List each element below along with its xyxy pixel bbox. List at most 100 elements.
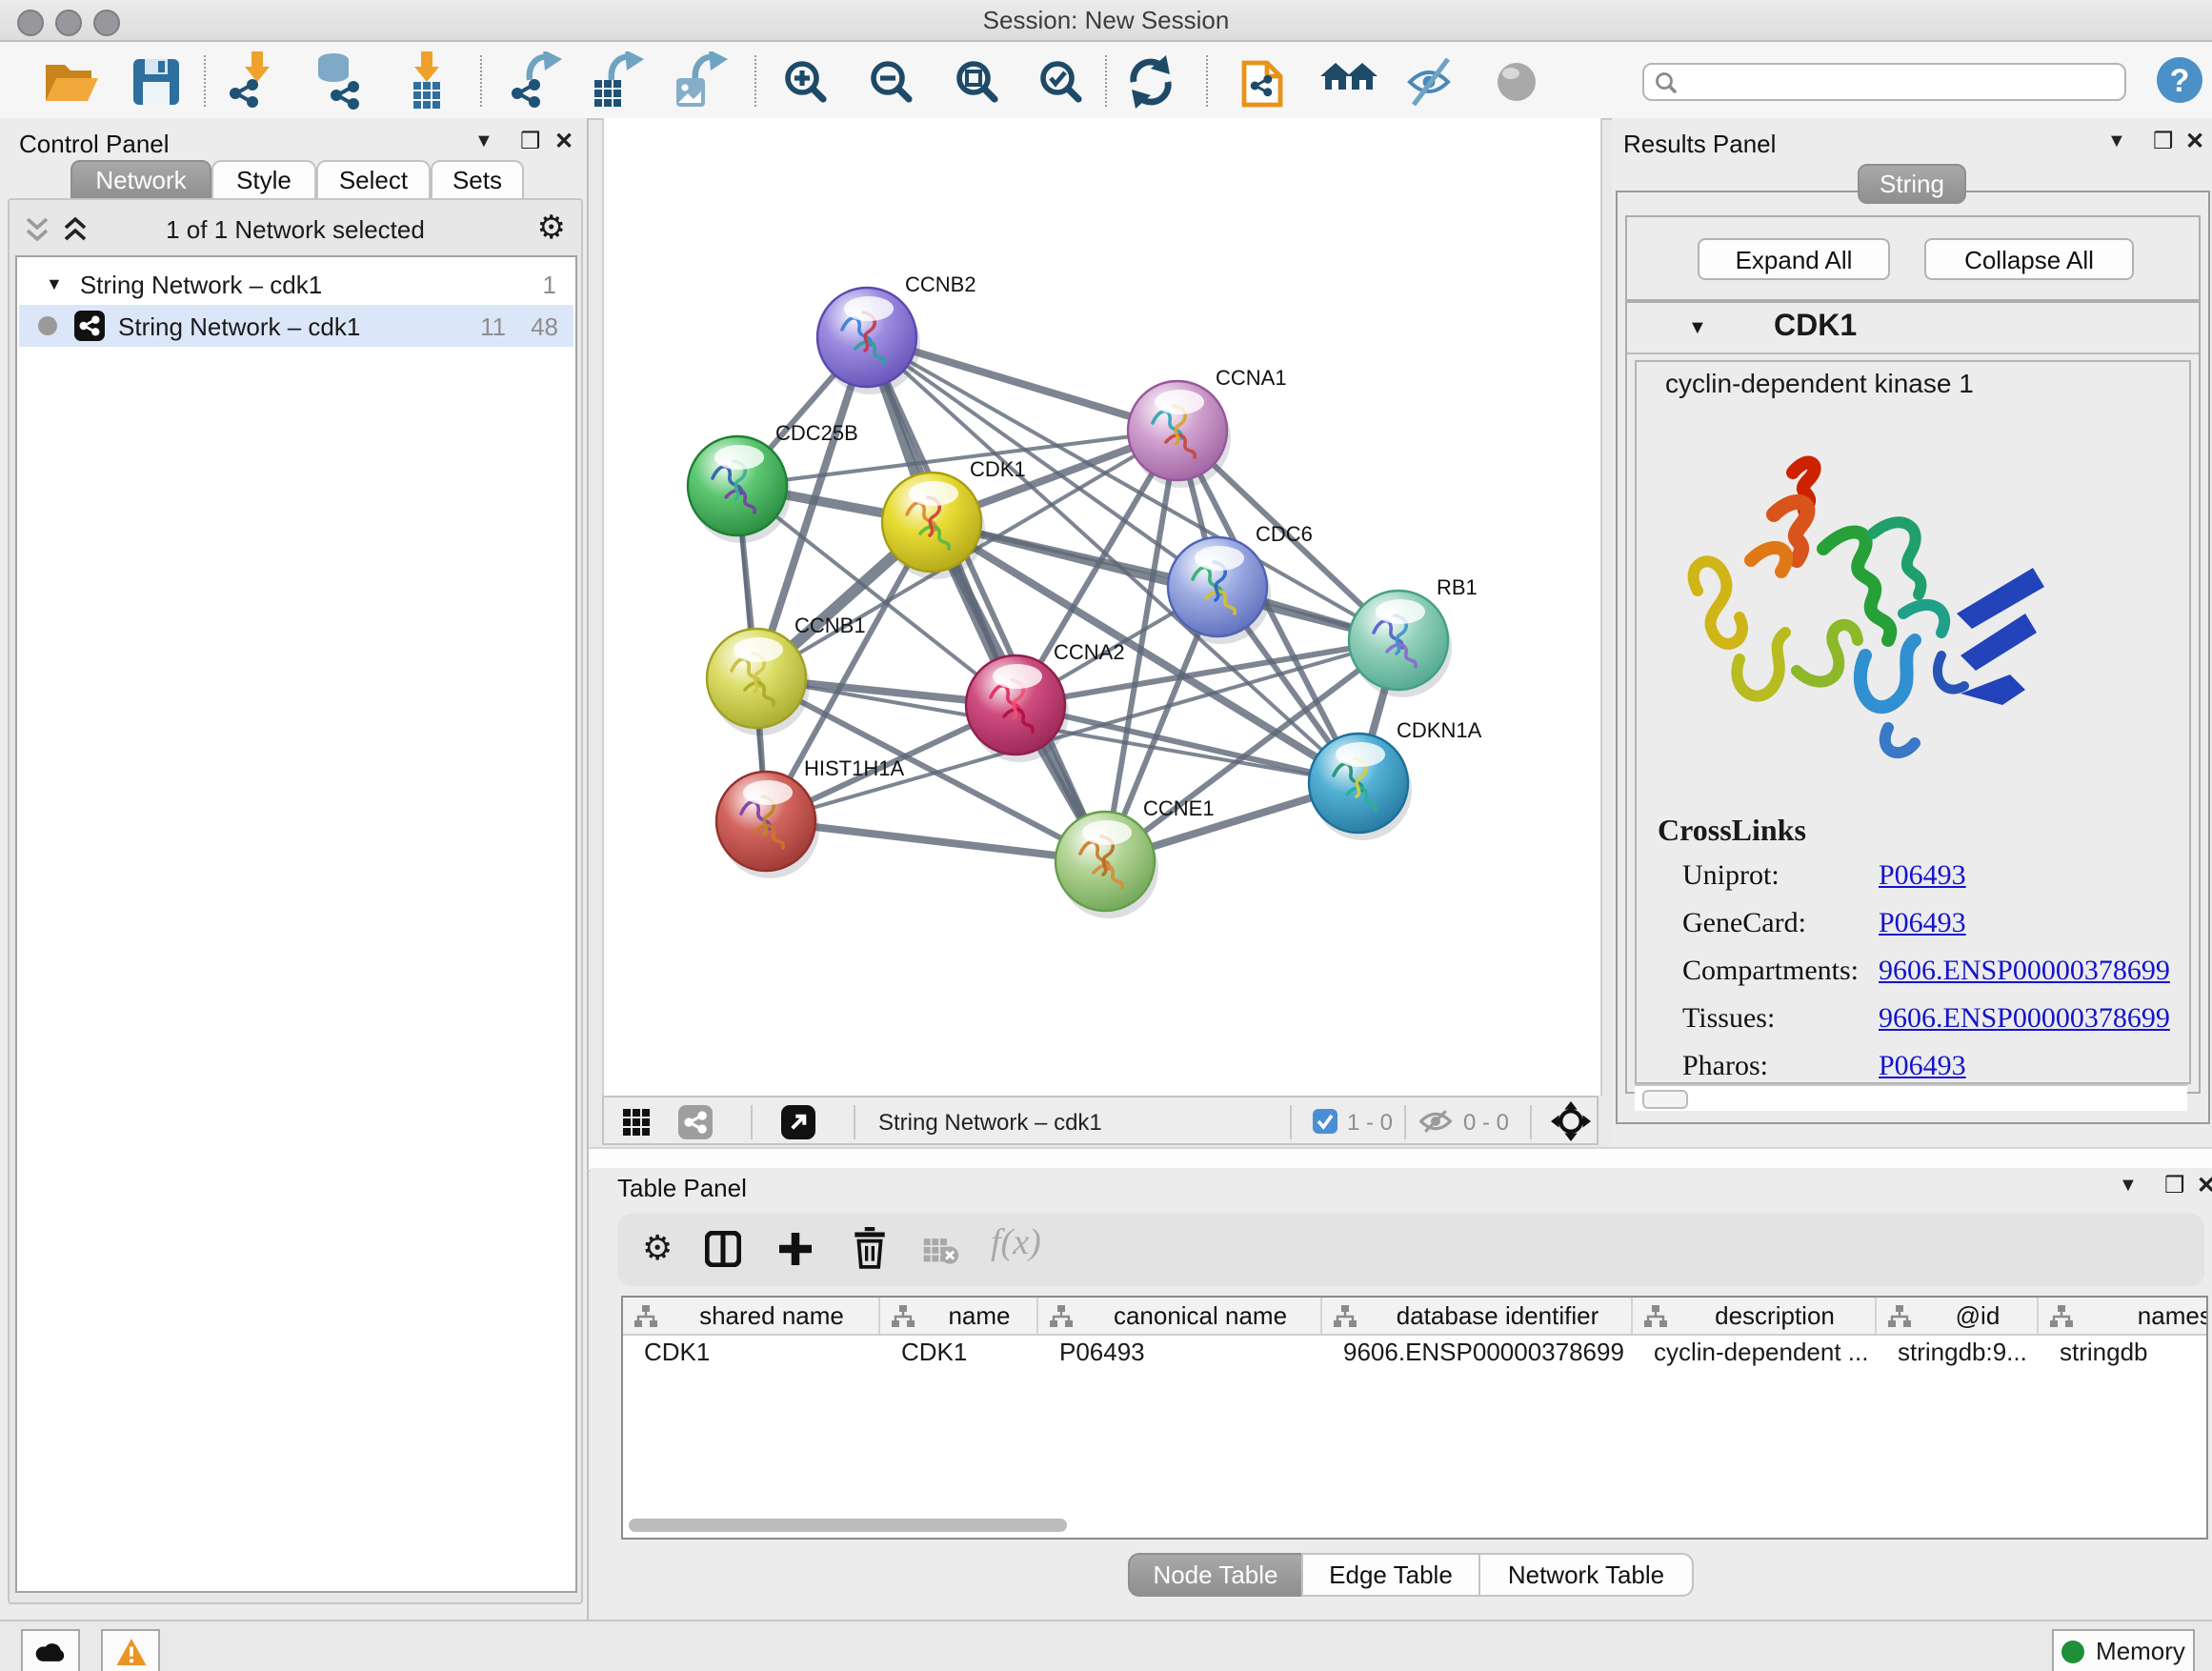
open-in-window-icon[interactable]: [781, 1105, 815, 1139]
network-tree: ▼ String Network – cdk1 1 String Network…: [15, 255, 577, 1593]
results-horizontal-scrollbar[interactable]: [1635, 1084, 2187, 1111]
column-header-canonical-name[interactable]: canonical name: [1038, 1298, 1322, 1334]
table-row[interactable]: CDK1CDK1P064939606.ENSP00000378699cyclin…: [623, 1336, 2206, 1368]
control-panel-float-button[interactable]: ❒: [520, 128, 541, 154]
tree-expand-caret[interactable]: ▼: [46, 274, 63, 293]
column-header-shared-name[interactable]: shared name: [623, 1298, 880, 1334]
column-header-namespace[interactable]: namespace: [2039, 1298, 2208, 1334]
hide-unhide-icon[interactable]: [1400, 51, 1461, 112]
crosslink-link[interactable]: 9606.ENSP00000378699: [1879, 956, 2170, 989]
gene-section-caret[interactable]: ▼: [1688, 318, 1707, 339]
tab-network[interactable]: Network: [70, 160, 211, 200]
tab-node-table[interactable]: Node Table: [1128, 1553, 1303, 1597]
node-CDC25B[interactable]: CDC25B: [688, 421, 858, 543]
zoom-in-icon[interactable]: [775, 51, 836, 112]
network-row-selected[interactable]: String Network – cdk1 11 48: [19, 305, 573, 347]
hidden-eye-icon[interactable]: [1419, 1109, 1452, 1134]
open-session-icon[interactable]: [40, 51, 101, 112]
show-columns-icon[interactable]: [705, 1231, 741, 1267]
save-session-icon[interactable]: [126, 51, 187, 112]
node-table[interactable]: shared namenamecanonical namedatabase id…: [621, 1296, 2208, 1540]
table-cell[interactable]: stringdb: [2039, 1338, 2208, 1366]
cloud-icon: [34, 1641, 67, 1661]
network-options-gear-icon[interactable]: ⚙: [537, 210, 567, 248]
network-document-icon[interactable]: [1237, 51, 1297, 112]
control-panel-close-button[interactable]: ✕: [554, 128, 573, 154]
column-header-name[interactable]: name: [880, 1298, 1038, 1334]
tab-network-table[interactable]: Network Table: [1478, 1553, 1694, 1597]
results-panel-float-button[interactable]: ❒: [2153, 128, 2174, 154]
crosslink-link[interactable]: P06493: [1879, 909, 1966, 941]
network-status-dot: [38, 316, 57, 335]
table-cell[interactable]: P06493: [1038, 1338, 1322, 1366]
import-network-icon[interactable]: [223, 51, 284, 112]
warning-status-button[interactable]: [101, 1629, 160, 1671]
results-panel-close-button[interactable]: ✕: [2185, 128, 2204, 154]
zoom-fit-icon[interactable]: [947, 51, 1008, 112]
delete-column-icon[interactable]: [854, 1227, 886, 1269]
crosslink-link[interactable]: P06493: [1879, 861, 1966, 894]
help-icon[interactable]: ?: [2155, 55, 2204, 105]
network-share-icon[interactable]: [678, 1105, 713, 1139]
export-network-icon[interactable]: [507, 51, 568, 112]
node-RB1[interactable]: RB1: [1349, 575, 1478, 697]
crosslink-label: Uniprot:: [1682, 861, 1879, 894]
node-CCNB1[interactable]: CCNB1: [707, 614, 866, 735]
node-CDC6[interactable]: CDC6: [1168, 522, 1313, 644]
add-column-icon[interactable]: [779, 1233, 812, 1265]
control-panel: Control Panel ▼ ❒ ✕ NetworkStyleSelectSe…: [0, 118, 589, 1620]
column-header-description[interactable]: description: [1633, 1298, 1877, 1334]
network-canvas[interactable]: CCNB2CCNA1CDC25BCDK1CDC6RB1CCNB1CCNA2CDK…: [602, 118, 1602, 1096]
fit-selected-crosshair-icon[interactable]: [1551, 1101, 1591, 1141]
cloud-status-button[interactable]: [21, 1629, 80, 1671]
results-panel: Results Panel ▼ ❒ ✕ String Expand All Co…: [1612, 118, 2212, 1147]
selected-count: 1 - 0: [1347, 1109, 1393, 1136]
export-image-icon[interactable]: [673, 51, 734, 112]
table-panel-float-button[interactable]: ❒: [2164, 1172, 2185, 1198]
column-header--id[interactable]: @id: [1877, 1298, 2039, 1334]
results-panel-menu-caret[interactable]: ▼: [2107, 131, 2126, 152]
collapse-all-button[interactable]: Collapse All: [1924, 238, 2134, 280]
tab-sets[interactable]: Sets: [431, 160, 524, 200]
memory-button[interactable]: Memory: [2052, 1629, 2195, 1671]
tab-string[interactable]: String: [1858, 164, 1966, 204]
birdseye-grid-icon[interactable]: [621, 1107, 652, 1137]
table-gear-icon[interactable]: ⚙: [642, 1229, 673, 1269]
title-bar: Session: New Session: [0, 0, 2212, 42]
table-cell[interactable]: stringdb:9...: [1877, 1338, 2039, 1366]
crosslink-row: Compartments:9606.ENSP00000378699: [1682, 956, 2178, 989]
node-label-CDC6: CDC6: [1256, 522, 1313, 546]
control-panel-menu-caret[interactable]: ▼: [474, 131, 493, 152]
crosslink-link[interactable]: P06493: [1879, 1052, 1966, 1084]
expand-all-button[interactable]: Expand All: [1698, 238, 1890, 280]
tab-style[interactable]: Style: [211, 160, 316, 200]
home-networks-icon[interactable]: [1318, 51, 1379, 112]
search-input[interactable]: [1642, 63, 2126, 101]
import-network-database-icon[interactable]: [309, 51, 370, 112]
selected-checkbox-icon[interactable]: [1313, 1109, 1337, 1134]
table-panel-menu-caret[interactable]: ▼: [2119, 1176, 2138, 1197]
node-CDK1[interactable]: CDK1: [882, 457, 1026, 579]
table-cell[interactable]: 9606.ENSP00000378699: [1322, 1338, 1633, 1366]
crosslink-link[interactable]: 9606.ENSP00000378699: [1879, 1004, 2170, 1037]
table-cell[interactable]: CDK1: [623, 1338, 880, 1366]
node-label-CCNB2: CCNB2: [905, 272, 976, 296]
node-CCNB2[interactable]: CCNB2: [817, 272, 976, 394]
tab-edge-table[interactable]: Edge Table: [1301, 1553, 1480, 1597]
import-table-icon[interactable]: [396, 51, 457, 112]
tree-icon: [1888, 1304, 1911, 1327]
zoom-out-icon[interactable]: [861, 51, 922, 112]
export-table-icon[interactable]: [589, 51, 650, 112]
node-CCNA1[interactable]: CCNA1: [1128, 366, 1287, 488]
table-cell[interactable]: CDK1: [880, 1338, 1038, 1366]
node-HIST1H1A[interactable]: HIST1H1A: [716, 756, 904, 878]
tab-select[interactable]: Select: [316, 160, 431, 200]
refresh-icon[interactable]: [1120, 51, 1181, 112]
table-horizontal-scrollbar[interactable]: [629, 1519, 1067, 1532]
zoom-selected-icon[interactable]: [1031, 51, 1092, 112]
column-header-database-identifier[interactable]: database identifier: [1322, 1298, 1633, 1334]
table-cell[interactable]: cyclin-dependent ...: [1633, 1338, 1877, 1366]
network-graph[interactable]: CCNB2CCNA1CDC25BCDK1CDC6RB1CCNB1CCNA2CDK…: [604, 118, 1600, 1096]
table-panel-close-button[interactable]: ✕: [2197, 1172, 2212, 1198]
network-collection-row[interactable]: ▼ String Network – cdk1 1: [19, 263, 573, 305]
